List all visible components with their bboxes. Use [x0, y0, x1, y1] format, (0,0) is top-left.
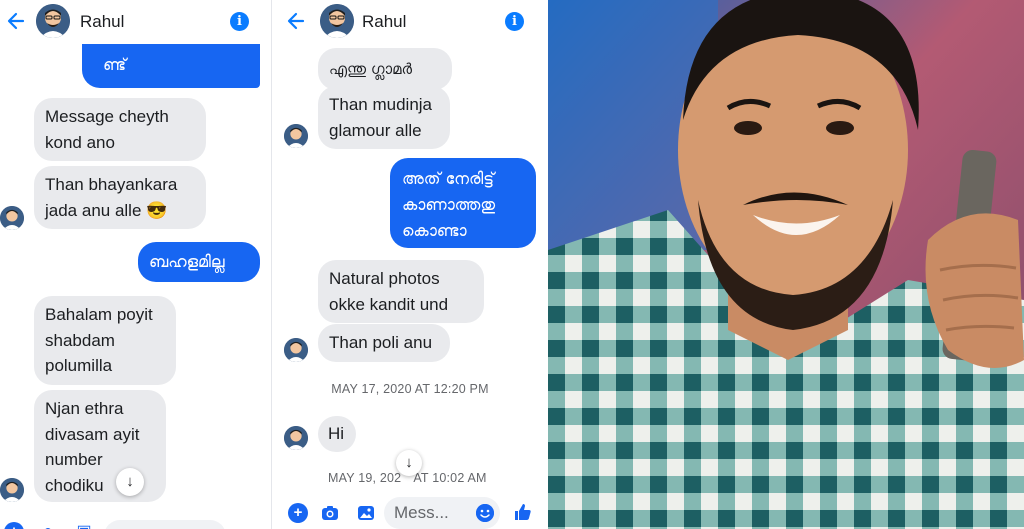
contact-avatar[interactable]	[36, 4, 70, 38]
contact-avatar-small	[284, 124, 308, 148]
right-chat-screenshot: Rahul i എന്തു ഗ്ലാമർ Than mudinja glamou…	[274, 0, 546, 529]
plus-icon[interactable]: +	[288, 503, 308, 523]
scroll-down-arrow-icon[interactable]: ↓	[396, 450, 422, 476]
contact-avatar[interactable]	[320, 4, 354, 38]
camera-icon[interactable]	[320, 503, 340, 523]
gallery-icon[interactable]	[356, 503, 376, 523]
message-text: അത് നേരിട്ട് കാണാത്തതു കൊണ്ടാ	[402, 169, 496, 240]
timestamp: MAY 19, 202 AT 10:02 AM	[328, 471, 546, 485]
incoming-message: Hi	[318, 416, 356, 452]
scroll-down-arrow-icon[interactable]: ↓	[116, 468, 144, 496]
person-photo	[548, 0, 1024, 529]
contact-avatar-small	[284, 426, 308, 450]
message-line: Njan ethra	[45, 399, 124, 418]
message-text: Bahalam poyit shabdam polumilla	[45, 305, 153, 375]
incoming-message: Njan ethra divasam ayit number chodikuo	[34, 390, 166, 502]
contact-avatar-small	[0, 478, 24, 502]
timestamp: MAY 17, 2020 AT 12:20 PM	[331, 382, 489, 396]
plus-icon[interactable]: +	[4, 522, 24, 529]
chat-header: Rahul i	[274, 0, 546, 44]
message-text: Natural photos okke kandit und	[329, 269, 449, 314]
message-list: ണ്ട് Message cheyth kond ano Than bhayan…	[0, 24, 271, 529]
person-photo-drawing	[548, 0, 1024, 529]
sunglasses-emoji: 😎	[146, 200, 168, 220]
info-icon[interactable]: i	[230, 12, 249, 31]
message-text: Hi	[328, 424, 345, 443]
incoming-message: Than poli anu	[318, 324, 450, 362]
incoming-message: Bahalam poyit shabdam polumilla	[34, 296, 176, 385]
back-arrow-icon[interactable]	[284, 8, 308, 34]
message-line: number	[45, 450, 103, 469]
incoming-message: Than bhayankara jada anu alle 😎	[34, 166, 206, 229]
message-text: ണ്ട്	[103, 55, 127, 74]
left-chat-screenshot: Rahul i ണ്ട് Message cheyth kond ano Tha…	[0, 0, 272, 529]
composer-bar: + Mess...	[274, 495, 546, 529]
thumbs-up-icon[interactable]	[512, 502, 532, 522]
incoming-message: എന്തു ഗ്ലാമർ	[318, 48, 452, 90]
message-line: divasam ayit	[45, 424, 140, 444]
incoming-message: Natural photos okke kandit und	[318, 260, 484, 323]
camera-icon[interactable]: ●	[38, 522, 58, 529]
message-text: ബഹളമില്ല	[149, 252, 225, 271]
message-text-part: chodiku	[45, 475, 104, 495]
gallery-icon[interactable]: ▣	[74, 522, 94, 529]
composer-bar: + ● ▣	[0, 518, 271, 529]
message-text: എന്തു ഗ്ലാമർ	[329, 60, 413, 78]
message-input-placeholder: Mess...	[394, 503, 449, 522]
timestamp-part: AT 10:02 AM	[413, 471, 487, 485]
message-input[interactable]	[104, 520, 226, 529]
chat-header: Rahul i	[0, 0, 271, 44]
contact-name[interactable]: Rahul	[362, 12, 406, 32]
incoming-message: Message cheyth kond ano	[34, 98, 206, 161]
message-text: Than poli anu	[329, 333, 433, 352]
incoming-message: Than mudinja glamour alle	[318, 86, 450, 149]
contact-avatar-small	[284, 338, 308, 362]
message-text: Than mudinja glamour alle	[329, 95, 433, 140]
outgoing-message: ബഹളമില്ല	[138, 242, 260, 282]
outgoing-message: അത് നേരിട്ട് കാണാത്തതു കൊണ്ടാ	[390, 158, 536, 248]
message-list: എന്തു ഗ്ലാമർ Than mudinja glamour alle അ…	[274, 44, 546, 529]
timestamp-part: MAY 19, 202	[328, 471, 402, 485]
back-arrow-icon[interactable]	[4, 8, 28, 34]
contact-name[interactable]: Rahul	[80, 12, 124, 32]
emoji-icon[interactable]	[476, 504, 494, 522]
info-icon[interactable]: i	[505, 12, 524, 31]
contact-avatar-small	[0, 206, 24, 230]
message-text: Message cheyth kond ano	[45, 107, 169, 152]
